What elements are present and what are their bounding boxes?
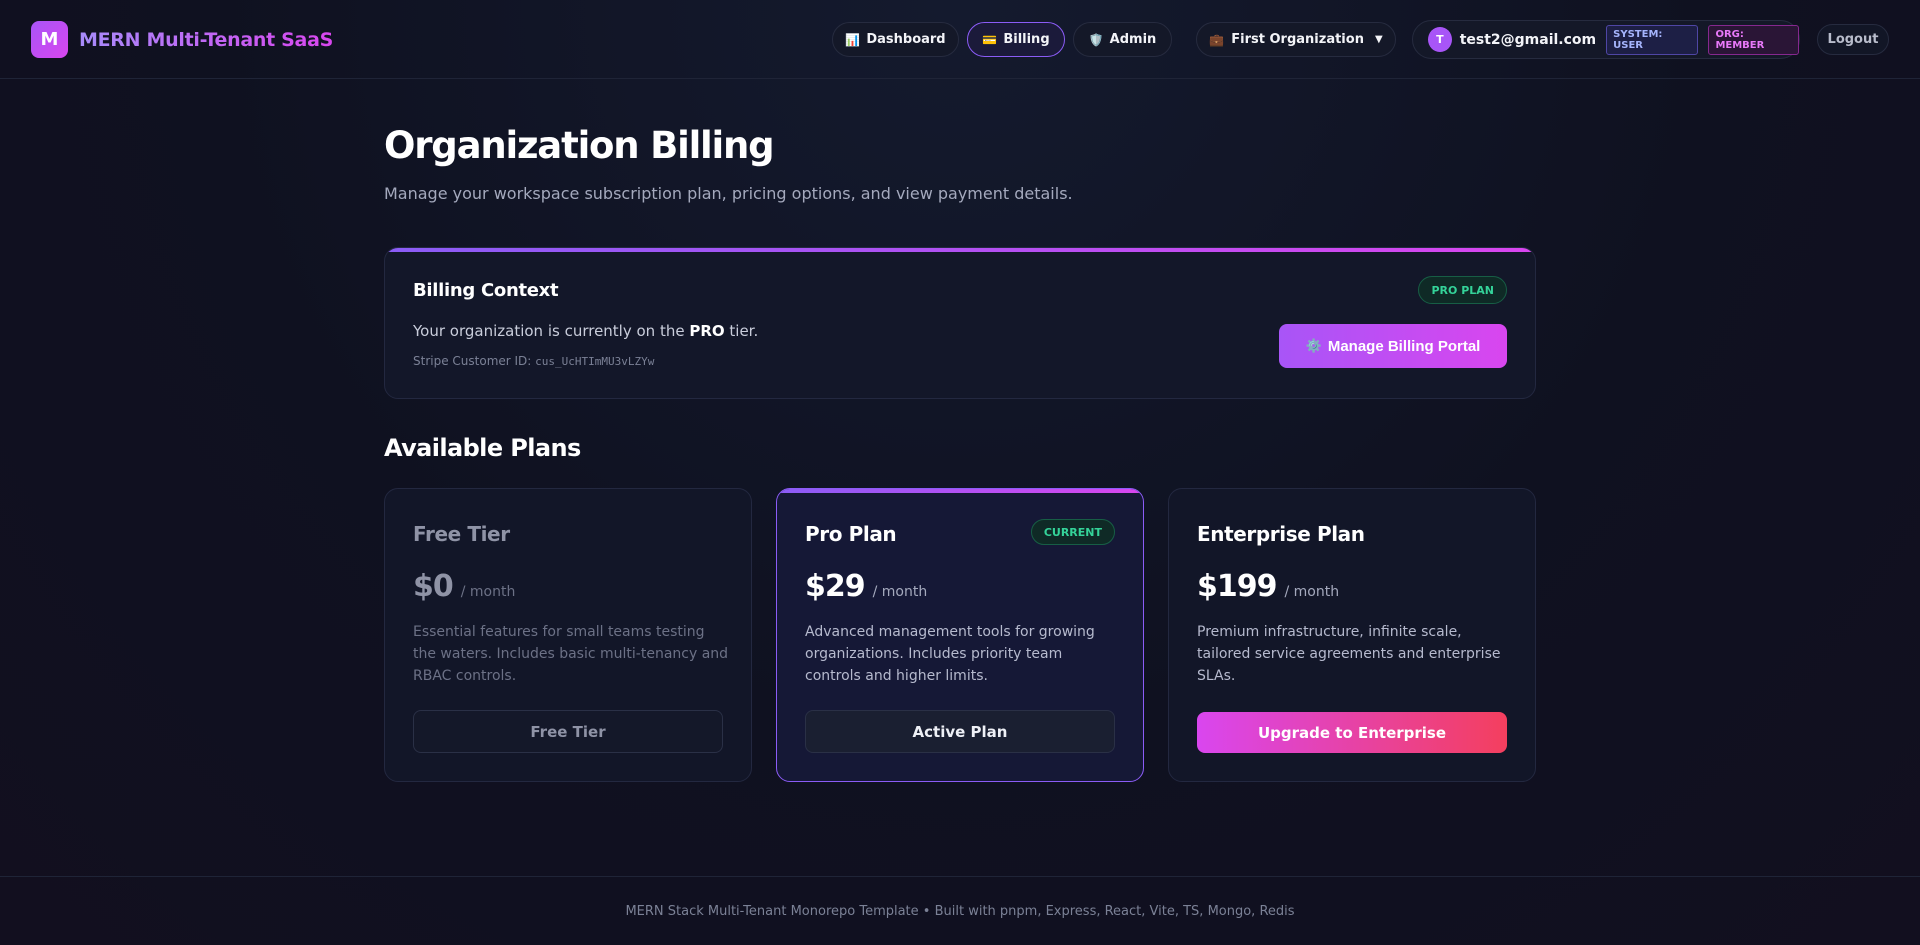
plan-name: Free Tier bbox=[413, 522, 510, 546]
user-info: T test2@gmail.com SYSTEM: USER ORG: MEMB… bbox=[1412, 20, 1800, 59]
plan-price: $199 / month bbox=[1197, 569, 1339, 604]
upgrade-to-enterprise-button[interactable]: Upgrade to Enterprise bbox=[1197, 712, 1507, 753]
plan-description: Advanced management tools for growing or… bbox=[805, 624, 1095, 684]
footer: MERN Stack Multi-Tenant Monorepo Templat… bbox=[0, 876, 1920, 945]
brand[interactable]: M MERN Multi-Tenant SaaS bbox=[31, 21, 333, 58]
available-plans-title: Available Plans bbox=[384, 434, 581, 462]
tier-text-suffix: tier. bbox=[724, 322, 759, 340]
tier-text-prefix: Your organization is currently on the bbox=[413, 322, 690, 340]
billing-context-card: Billing Context Your organization is cur… bbox=[384, 247, 1536, 399]
manage-billing-portal-button[interactable]: ⚙️ Manage Billing Portal bbox=[1279, 324, 1507, 368]
price-value: $199 bbox=[1197, 569, 1277, 604]
price-period: / month bbox=[872, 584, 928, 600]
current-plan-badge: CURRENT bbox=[1030, 519, 1115, 545]
top-header: M MERN Multi-Tenant SaaS 📊 Dashboard 💳 B… bbox=[0, 0, 1920, 79]
avatar: T bbox=[1428, 27, 1452, 52]
system-role-badge: SYSTEM: USER bbox=[1606, 24, 1699, 55]
plan-name: Enterprise Plan bbox=[1197, 522, 1365, 546]
page-title: Organization Billing bbox=[384, 124, 775, 167]
plan-description: Essential features for small teams testi… bbox=[413, 624, 729, 684]
price-value: $0 bbox=[413, 569, 454, 604]
user-email: test2@gmail.com bbox=[1459, 31, 1597, 48]
stripe-label: Stripe Customer ID: bbox=[413, 354, 536, 368]
page-subtitle: Manage your workspace subscription plan,… bbox=[384, 184, 1073, 203]
stripe-id-value: cus_UcHTImMU3vLZYw bbox=[535, 355, 655, 368]
price-period: / month bbox=[1284, 584, 1340, 600]
org-role-badge: ORG: MEMBER bbox=[1708, 24, 1800, 55]
app-name: MERN Multi-Tenant SaaS bbox=[79, 28, 333, 51]
nav-admin[interactable]: 🛡️ Admin bbox=[1073, 22, 1172, 57]
plan-card-enterprise: Enterprise Plan $199 / month Premium inf… bbox=[1168, 488, 1536, 782]
nav-billing-label: Billing bbox=[1003, 32, 1050, 47]
nav-billing[interactable]: 💳 Billing bbox=[967, 22, 1065, 57]
price-period: / month bbox=[460, 584, 516, 600]
current-tier-text: Your organization is currently on the PR… bbox=[413, 322, 758, 340]
chart-icon: 📊 bbox=[845, 32, 861, 47]
stripe-customer-id: Stripe Customer ID: cus_UcHTImMU3vLZYw bbox=[413, 354, 654, 368]
footer-text: MERN Stack Multi-Tenant Monorepo Templat… bbox=[625, 903, 1295, 919]
plan-status-badge: PRO PLAN bbox=[1418, 276, 1507, 304]
gear-icon: ⚙️ bbox=[1305, 338, 1322, 353]
nav-admin-label: Admin bbox=[1109, 32, 1157, 47]
active-plan-button[interactable]: Active Plan bbox=[805, 710, 1115, 753]
nav-dashboard[interactable]: 📊 Dashboard bbox=[832, 22, 959, 57]
manage-billing-portal-label: Manage Billing Portal bbox=[1327, 337, 1481, 355]
organization-select[interactable]: 💼 First Organization ▼ bbox=[1196, 22, 1396, 57]
briefcase-icon: 💼 bbox=[1209, 32, 1225, 47]
credit-card-icon: 💳 bbox=[982, 32, 998, 47]
free-tier-button[interactable]: Free Tier bbox=[413, 710, 723, 753]
billing-context-title: Billing Context bbox=[413, 280, 559, 301]
tier-name: PRO bbox=[689, 322, 725, 340]
organization-name: First Organization bbox=[1231, 32, 1364, 47]
plan-price: $0 / month bbox=[413, 569, 515, 604]
plan-name: Pro Plan bbox=[805, 522, 897, 546]
plan-card-pro: Pro Plan CURRENT $29 / month Advanced ma… bbox=[776, 488, 1144, 782]
chevron-down-icon: ▼ bbox=[1374, 34, 1383, 45]
price-value: $29 bbox=[805, 569, 866, 604]
nav-dashboard-label: Dashboard bbox=[866, 32, 946, 47]
shield-icon: 🛡️ bbox=[1088, 32, 1104, 47]
logout-button[interactable]: Logout bbox=[1817, 24, 1889, 55]
plan-price: $29 / month bbox=[805, 569, 927, 604]
brand-logo-icon: M bbox=[31, 21, 68, 58]
plan-description: Premium infrastructure, infinite scale, … bbox=[1197, 624, 1501, 684]
plan-card-free: Free Tier $0 / month Essential features … bbox=[384, 488, 752, 782]
